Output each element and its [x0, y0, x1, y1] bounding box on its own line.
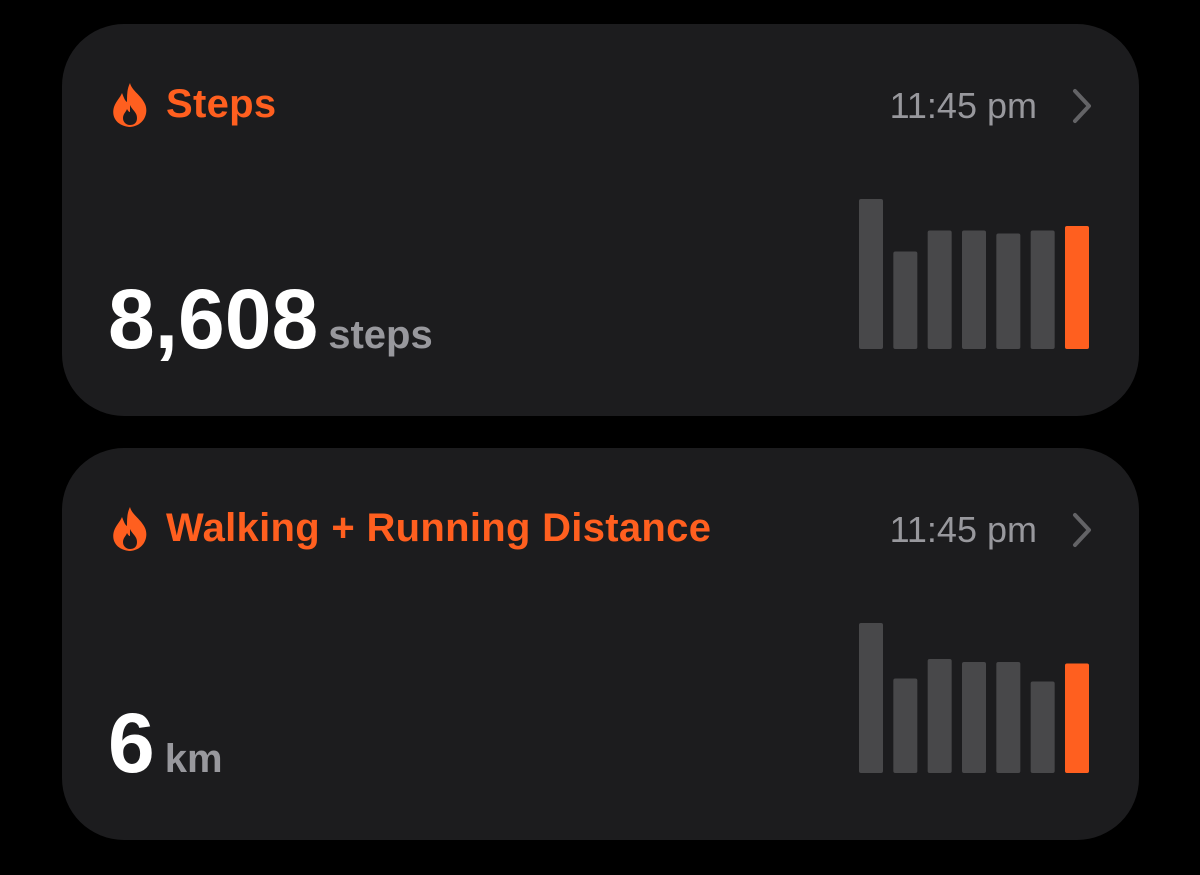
bar	[1030, 230, 1055, 349]
bar	[893, 678, 918, 773]
metric-value-row: 6 km	[108, 698, 223, 788]
bar	[927, 659, 952, 773]
chevron-right-icon[interactable]	[1071, 88, 1093, 124]
bar-today	[1065, 663, 1089, 773]
bar	[1030, 681, 1055, 773]
bar	[962, 230, 986, 349]
steps-card[interactable]: Steps 11:45 pm 8,608 steps	[62, 24, 1139, 416]
bar	[893, 251, 918, 349]
bar	[859, 199, 883, 349]
flame-icon	[113, 507, 147, 551]
metric-value-row: 8,608 steps	[108, 274, 433, 364]
flame-icon	[113, 83, 147, 127]
card-header: Walking + Running Distance 11:45 pm	[110, 500, 1093, 556]
metric-value: 6	[108, 696, 155, 790]
timestamp: 11:45 pm	[889, 509, 1037, 550]
bar-today	[1065, 226, 1089, 349]
mini-bar-chart	[859, 189, 1089, 349]
card-title: Steps	[166, 82, 277, 126]
distance-card[interactable]: Walking + Running Distance 11:45 pm 6 km	[62, 448, 1139, 840]
bar	[859, 623, 883, 773]
card-header: Steps 11:45 pm	[110, 76, 1093, 132]
chevron-right-icon[interactable]	[1071, 512, 1093, 548]
metric-value: 8,608	[108, 272, 319, 366]
card-title: Walking + Running Distance	[166, 506, 712, 550]
bar	[996, 233, 1021, 349]
bar	[927, 230, 952, 349]
metric-unit: km	[164, 737, 223, 781]
bar	[962, 662, 986, 773]
mini-bar-chart	[859, 613, 1089, 773]
bar	[996, 662, 1021, 773]
timestamp: 11:45 pm	[889, 85, 1037, 126]
metric-unit: steps	[328, 313, 433, 357]
